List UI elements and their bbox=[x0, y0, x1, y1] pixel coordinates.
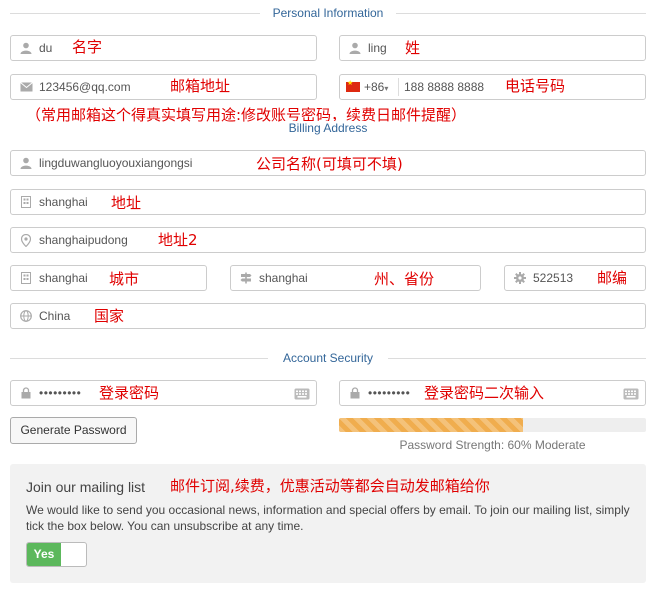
password-field[interactable]: ••••••••• bbox=[10, 380, 317, 406]
first-name-value: du bbox=[39, 41, 53, 55]
mailing-list-description: We would like to send you occasional new… bbox=[26, 503, 630, 533]
phone-country-code[interactable]: +86▾ bbox=[364, 75, 388, 101]
password-strength-fill bbox=[339, 418, 524, 432]
signpost-icon bbox=[239, 266, 253, 290]
account-security-title: Account Security bbox=[276, 351, 380, 365]
email-value: 123456@qq.com bbox=[39, 80, 131, 94]
account-security-heading: Account Security bbox=[10, 350, 646, 366]
last-name-field[interactable]: ling bbox=[339, 35, 646, 61]
building-icon bbox=[19, 190, 33, 214]
keyboard-icon[interactable] bbox=[623, 387, 639, 400]
postcode-value: 522513 bbox=[533, 271, 574, 285]
billing-address-title: Billing Address bbox=[282, 121, 374, 135]
country-annotation: 国家 bbox=[94, 307, 125, 325]
user-icon bbox=[19, 36, 33, 60]
postcode-annotation: 邮编 bbox=[597, 269, 628, 287]
confirm-password-value: ••••••••• bbox=[368, 386, 411, 400]
billing-address-heading: Billing Address bbox=[10, 120, 646, 136]
last-name-value: ling bbox=[368, 41, 387, 55]
state-annotation: 州、省份 bbox=[374, 270, 435, 288]
password-strength-bar bbox=[339, 418, 646, 432]
address2-annotation: 地址2 bbox=[158, 231, 198, 249]
password-value: ••••••••• bbox=[39, 386, 82, 400]
password-annotation: 登录密码 bbox=[99, 384, 160, 402]
company-value: lingduwangluoyouxiangongsi bbox=[39, 156, 193, 170]
lock-icon bbox=[348, 381, 362, 405]
personal-information-title: Personal Information bbox=[266, 6, 390, 20]
address1-value: shanghai bbox=[39, 195, 88, 209]
country-value: China bbox=[39, 309, 71, 323]
mailing-annotation: 邮件订阅,续费，优惠活动等都会自动发邮箱给你 bbox=[170, 477, 490, 495]
city-annotation: 城市 bbox=[109, 270, 140, 288]
address2-value: shanghaipudong bbox=[39, 233, 128, 247]
phone-value: 188 8888 8888 bbox=[404, 80, 485, 94]
building-icon bbox=[19, 266, 33, 290]
envelope-icon bbox=[19, 75, 33, 99]
toggle-yes-label: Yes bbox=[27, 543, 61, 566]
first-name-annotation: 名字 bbox=[72, 38, 103, 56]
confirm-password-annotation: 登录密码二次输入 bbox=[424, 384, 545, 402]
company-annotation: 公司名称(可填可不填) bbox=[256, 155, 403, 173]
state-value: shanghai bbox=[259, 271, 308, 285]
mailing-list-title: Join our mailing list bbox=[26, 479, 146, 495]
keyboard-icon[interactable] bbox=[294, 387, 310, 400]
last-name-annotation: 姓 bbox=[405, 39, 421, 57]
address2-field[interactable]: shanghaipudong bbox=[10, 227, 646, 253]
user-icon bbox=[19, 151, 33, 175]
personal-information-heading: Personal Information bbox=[10, 5, 646, 21]
address1-field[interactable]: shanghai bbox=[10, 189, 646, 215]
city-value: shanghai bbox=[39, 271, 88, 285]
globe-icon bbox=[19, 304, 33, 328]
cog-icon bbox=[513, 266, 527, 290]
lock-icon bbox=[19, 381, 33, 405]
map-marker-icon bbox=[19, 228, 33, 252]
email-field[interactable]: 123456@qq.com bbox=[10, 74, 317, 100]
mailing-list-toggle[interactable]: Yes bbox=[26, 542, 87, 567]
china-flag-icon[interactable] bbox=[346, 79, 360, 92]
email-annotation: 邮箱地址 bbox=[170, 77, 231, 95]
user-icon bbox=[348, 36, 362, 60]
phone-field[interactable]: +86▾ 188 8888 8888 bbox=[339, 74, 646, 100]
first-name-field[interactable]: du bbox=[10, 35, 317, 61]
phone-annotation: 电话号码 bbox=[505, 77, 566, 95]
address1-annotation: 地址 bbox=[111, 194, 142, 212]
state-field[interactable]: shanghai bbox=[230, 265, 481, 291]
generate-password-button[interactable]: Generate Password bbox=[10, 417, 137, 444]
password-strength-text: Password Strength: 60% Moderate bbox=[399, 438, 586, 452]
